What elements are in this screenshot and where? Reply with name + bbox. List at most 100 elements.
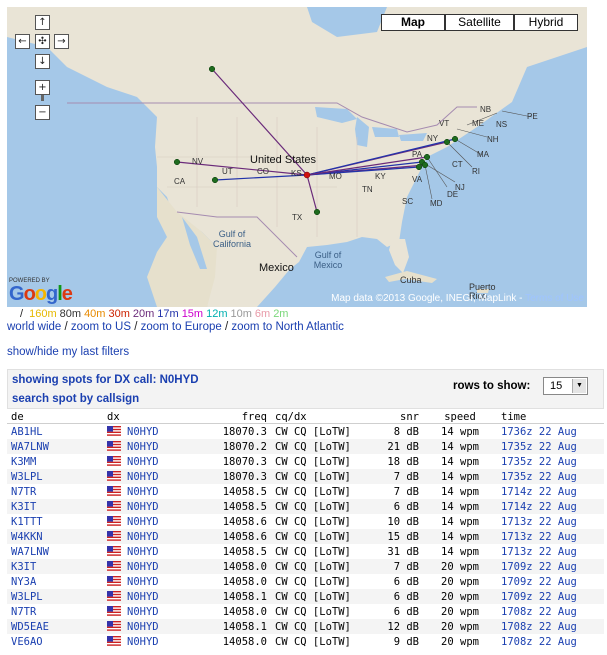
table-row: WD5EAE N0HYD 14058.1 CW CQ [LoTW] 12 dB 20 wp… <box>7 619 604 634</box>
dx-call-link[interactable]: N0HYD <box>127 606 159 618</box>
spotter-call-link[interactable]: K1TTT <box>11 516 43 528</box>
pan-down-button[interactable]: ↓ <box>35 54 50 69</box>
dx-call-link[interactable]: N0HYD <box>127 621 159 633</box>
col-header-time: time <box>497 410 604 424</box>
freq-cell: 18070.3 <box>222 425 267 438</box>
pan-up-button[interactable]: ↑ <box>35 15 50 30</box>
speed-cell: 14 wpm <box>423 499 497 514</box>
attribution-text: Map data ©2013 Google, INEGI, MapLink - <box>331 293 526 304</box>
map-type-satellite-button[interactable]: Satellite <box>445 14 514 31</box>
map-label-nv: NV <box>192 157 204 166</box>
us-flag-icon <box>107 515 121 526</box>
snr-cell: 6 dB <box>393 575 419 588</box>
dx-call-link[interactable]: N0HYD <box>127 591 159 603</box>
dx-call-link[interactable]: N0HYD <box>127 456 159 468</box>
rows-to-show-label: rows to show: <box>453 380 531 392</box>
us-flag-icon <box>107 425 121 436</box>
col-header-de: de <box>7 410 103 424</box>
band-40m[interactable]: 40m <box>84 308 105 320</box>
dx-call-link[interactable]: N0HYD <box>127 426 159 438</box>
freq-cell: 14058.6 <box>201 529 271 544</box>
mode-cell: CW CQ [LoTW] <box>271 619 361 634</box>
spotter-call-link[interactable]: WA7LNW <box>11 546 49 558</box>
map-type-hybrid-button[interactable]: Hybrid <box>514 14 578 31</box>
time-cell: 1708z 22 Aug <box>501 635 577 648</box>
google-logo[interactable]: POWERED BY Google <box>9 278 73 305</box>
speed-cell: 20 wpm <box>441 575 479 588</box>
band-17m[interactable]: 17m <box>157 308 178 320</box>
dx-call-link[interactable]: N0HYD <box>127 516 159 528</box>
spotter-call-link[interactable]: NY3A <box>11 576 36 588</box>
logo-letter: o <box>34 283 47 305</box>
pan-left-button[interactable]: ← <box>15 34 30 49</box>
mode-cell: CW CQ [LoTW] <box>275 605 351 618</box>
band-30m[interactable]: 30m <box>108 308 129 320</box>
rows-to-show-select[interactable]: 15 ▼ <box>543 377 588 395</box>
band-10m[interactable]: 10m <box>231 308 252 320</box>
dx-call-link[interactable]: N0HYD <box>127 531 159 543</box>
zoom-links: world wide / zoom to US / zoom to Europe… <box>7 321 344 333</box>
spotter-call-link[interactable]: WA7LNW <box>11 441 49 453</box>
zoom-north-atlantic-link[interactable]: zoom to North Atlantic <box>231 321 344 333</box>
freq-cell: 18070.3 <box>201 469 271 484</box>
mode-cell: CW CQ [LoTW] <box>271 499 361 514</box>
world-wide-link[interactable]: world wide <box>7 321 61 333</box>
freq-cell: 14058.0 <box>222 635 267 648</box>
table-row: W3LPL N0HYD 18070.3 CW CQ [LoTW] 7 dB 14 wpm 1… <box>7 469 604 484</box>
spotter-call-link[interactable]: W3LPL <box>11 471 43 483</box>
dx-call-link[interactable]: N0HYD <box>127 576 159 588</box>
band-2m[interactable]: 2m <box>273 308 288 320</box>
speed-cell: 20 wpm <box>441 605 479 618</box>
spotter-call-link[interactable]: W3LPL <box>11 591 43 603</box>
mode-cell: CW CQ [LoTW] <box>275 515 351 528</box>
spotter-call-link[interactable]: K3MM <box>11 456 36 468</box>
band-20m[interactable]: 20m <box>133 308 154 320</box>
dx-call-link[interactable]: N0HYD <box>127 561 159 573</box>
spot-map[interactable]: United States Mexico Cuba Puerto Rico Gu… <box>7 7 587 307</box>
band-12m[interactable]: 12m <box>206 308 227 320</box>
zoom-us-link[interactable]: zoom to US <box>71 321 131 333</box>
spotter-call-link[interactable]: W4KKN <box>11 531 43 543</box>
snr-cell: 7 dB <box>393 485 419 498</box>
spotter-call-link[interactable]: K3IT <box>11 561 36 573</box>
spotter-call-link[interactable]: VE6AO <box>11 636 43 648</box>
spotter-call-link[interactable]: K3IT <box>11 501 36 513</box>
col-header-snr: snr <box>361 410 423 424</box>
search-spot-text[interactable]: search spot by callsign <box>12 393 139 405</box>
time-cell: 1713z 22 Aug <box>501 545 577 558</box>
show-hide-filters-link[interactable]: show/hide my last filters <box>7 346 129 358</box>
dx-call-link[interactable]: N0HYD <box>127 441 159 453</box>
table-header-row: de dx freq cq/dx snr speed time <box>7 410 604 424</box>
map-label-ut: UT <box>222 167 233 176</box>
zoom-slider-handle[interactable] <box>41 95 44 101</box>
time-cell: 1736z 22 Aug <box>501 425 577 438</box>
zoom-europe-link[interactable]: zoom to Europe <box>141 321 222 333</box>
zoom-in-button[interactable]: + <box>35 80 50 95</box>
spotter-call-link[interactable]: N7TR <box>11 606 36 618</box>
band-6m[interactable]: 6m <box>255 308 270 320</box>
spotter-call-link[interactable]: WD5EAE <box>11 621 49 633</box>
map-type-map-button[interactable]: Map <box>381 14 445 31</box>
band-80m[interactable]: 80m <box>60 308 81 320</box>
table-row: VE6AO N0HYD 14058.0 CW CQ [LoTW] 9 dB 20 wpm 1… <box>7 634 604 649</box>
band-160m[interactable]: 160m <box>29 308 57 320</box>
dx-call-link[interactable]: N0HYD <box>127 636 159 648</box>
spotter-call-link[interactable]: N7TR <box>11 486 36 498</box>
mode-cell: CW CQ [LoTW] <box>271 439 361 454</box>
snr-cell: 7 dB <box>361 559 423 574</box>
terms-of-use-link[interactable]: Terms of Use <box>525 293 584 304</box>
band-15m[interactable]: 15m <box>182 308 203 320</box>
table-row: K3IT N0HYD 14058.5 CW CQ [LoTW] 6 dB 14 wpm 17… <box>7 499 604 514</box>
search-spot-link[interactable]: search spot by callsign <box>12 393 139 405</box>
dx-call-link[interactable]: N0HYD <box>127 486 159 498</box>
dx-call-link[interactable]: N0HYD <box>127 501 159 513</box>
pan-center-button[interactable]: ✣ <box>35 34 50 49</box>
dx-call-link[interactable]: N0HYD <box>127 546 159 558</box>
dx-call-link[interactable]: N0HYD <box>127 471 159 483</box>
pan-right-button[interactable]: → <box>54 34 69 49</box>
zoom-out-button[interactable]: − <box>35 105 50 120</box>
time-cell: 1713z 22 Aug <box>497 529 604 544</box>
snr-cell: 10 dB <box>387 515 419 528</box>
logo-letter: g <box>46 283 58 305</box>
spotter-call-link[interactable]: AB1HL <box>11 426 43 438</box>
